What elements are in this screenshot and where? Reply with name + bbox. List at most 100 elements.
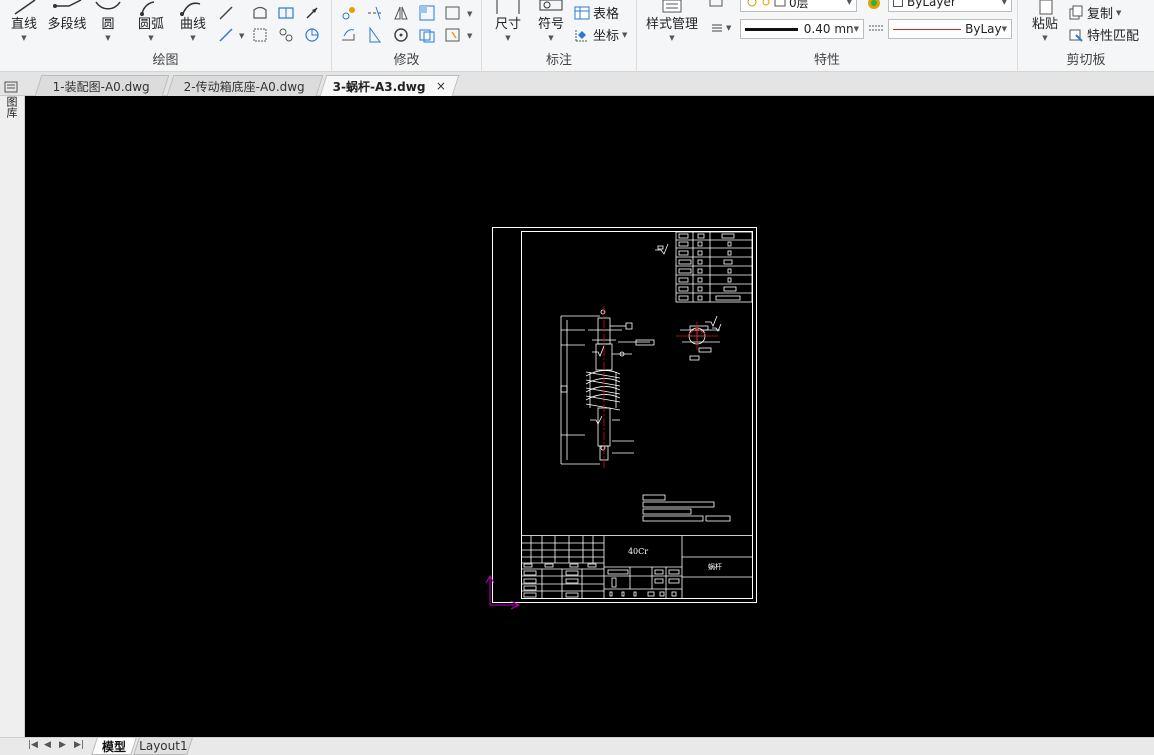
- layer-state-icon[interactable]: [707, 0, 725, 12]
- lineweight-select[interactable]: 0.40 mn ▼: [740, 19, 864, 39]
- color-swatch: [893, 0, 903, 7]
- drawing-sheet[interactable]: 40Cr 蜗杆: [25, 96, 1154, 737]
- properties-group-title: 特性: [813, 53, 840, 68]
- prev-layout-icon[interactable]: ◀: [44, 740, 51, 750]
- close-icon[interactable]: ×: [436, 79, 446, 93]
- arc-button[interactable]: 圆弧 ▼: [134, 0, 168, 42]
- boundary-icon[interactable]: [277, 4, 295, 22]
- region-icon[interactable]: [277, 26, 295, 44]
- last-layout-icon[interactable]: ▶|: [74, 740, 84, 750]
- table-label: 表格: [593, 7, 620, 22]
- menu-icon[interactable]: [4, 80, 18, 94]
- trim-icon[interactable]: [366, 4, 384, 22]
- circle-label: 圆: [101, 17, 115, 32]
- printer-icon: [774, 0, 786, 7]
- technical-notes: [642, 494, 731, 522]
- dimension-icon: [496, 0, 520, 14]
- symbol-label: 符号: [537, 17, 564, 32]
- chevron-down-icon[interactable]: ▼: [467, 32, 472, 40]
- drawing-canvas[interactable]: 40Cr 蜗杆: [25, 96, 1154, 737]
- circle-button[interactable]: 圆 ▼: [94, 0, 122, 42]
- color-wheel-icon[interactable]: [865, 0, 883, 12]
- linetype-icon[interactable]: [867, 20, 885, 38]
- chevron-down-icon: ▼: [105, 34, 111, 42]
- tab-label: 3-蜗杆-A3.dwg: [332, 79, 426, 94]
- spline-icon[interactable]: [217, 26, 235, 44]
- line-label: 直线: [10, 17, 37, 32]
- part-name-text: 蜗杆: [708, 562, 722, 571]
- stretch-icon[interactable]: [340, 26, 358, 44]
- chevron-down-icon[interactable]: ▼: [239, 32, 244, 40]
- rectangle-array-icon[interactable]: [444, 4, 462, 22]
- properties-edit-icon[interactable]: [444, 26, 462, 44]
- symbol-icon: [539, 0, 563, 11]
- point-icon[interactable]: [303, 4, 321, 22]
- dimension-label: 尺寸: [494, 17, 521, 32]
- paste-button[interactable]: 粘贴 ▼: [1028, 0, 1062, 42]
- tab-label: 1-装配图-A0.dwg: [53, 79, 151, 94]
- lineweight-icon: [712, 24, 722, 32]
- tab-label: 2-传动箱底座-A0.dwg: [184, 79, 306, 94]
- scale-icon[interactable]: [366, 26, 384, 44]
- chevron-down-icon: ▼: [853, 25, 859, 33]
- color-select[interactable]: ByLayer ▼: [888, 0, 1012, 12]
- paste-icon: [1039, 0, 1053, 15]
- next-layout-icon[interactable]: ▶: [59, 740, 66, 750]
- left-panel-strip: 图库: [0, 96, 25, 737]
- revcloud-icon[interactable]: [251, 4, 269, 22]
- tab-layout1[interactable]: Layout1: [133, 738, 193, 755]
- offset-icon[interactable]: [418, 4, 436, 22]
- curve-button[interactable]: 曲线 ▼: [176, 0, 210, 42]
- material-text: 40Cr: [628, 547, 648, 556]
- table-icon: [574, 6, 590, 19]
- modify-group-title: 修改: [393, 53, 420, 68]
- style-manager-button[interactable]: 样式管理 ▼: [643, 0, 701, 42]
- arc-label: 圆弧: [137, 17, 164, 32]
- lightbulb-icon: [747, 0, 757, 7]
- chevron-down-icon: ▼: [1042, 34, 1048, 42]
- dimension-button[interactable]: 尺寸 ▼: [492, 0, 524, 42]
- match-properties-button[interactable]: 特性匹配: [1068, 25, 1139, 44]
- clipboard-group-title: 剪切板: [1066, 53, 1106, 68]
- color-value: ByLayer: [907, 0, 956, 9]
- copy-objects-icon[interactable]: [418, 26, 436, 44]
- tab-assembly-drawing[interactable]: 1-装配图-A0.dwg: [34, 75, 170, 96]
- wipeout-icon[interactable]: [303, 26, 321, 44]
- layout-tab-label: Layout1: [138, 739, 188, 753]
- move-icon[interactable]: [340, 4, 358, 22]
- line-button[interactable]: 直线 ▼: [6, 0, 42, 42]
- tab-worm-shaft[interactable]: 3-蜗杆-A3.dwg ×: [319, 75, 460, 96]
- coordinate-button[interactable]: 坐标 ▼: [574, 25, 627, 44]
- chevron-down-icon: ▼: [726, 24, 732, 32]
- chevron-down-icon: ▼: [1116, 8, 1122, 17]
- chevron-down-icon: ▼: [1001, 25, 1007, 33]
- rotate-icon[interactable]: [392, 26, 410, 44]
- layout-tab-bar: |◀ ◀ ▶ ▶| 模型 Layout1: [0, 737, 1154, 755]
- linetype-select[interactable]: ByLay ▼: [888, 19, 1012, 39]
- chevron-down-icon: ▼: [1001, 0, 1007, 6]
- symbol-button[interactable]: 符号 ▼: [534, 0, 568, 42]
- mirror-icon[interactable]: [392, 4, 410, 22]
- tab-gearbox-base[interactable]: 2-传动箱底座-A0.dwg: [166, 75, 324, 96]
- coordinate-icon: [575, 28, 588, 41]
- hatch-icon[interactable]: [251, 26, 269, 44]
- ribbon: 直线 ▼ 多段线 圆 ▼ 圆弧 ▼ 曲线 ▼ ▼ 绘图 ▼ ▼ 修改 尺寸 ▼ …: [0, 0, 1154, 72]
- library-panel-tab[interactable]: 图库: [5, 96, 19, 118]
- chevron-down-icon: ▼: [190, 34, 196, 42]
- first-layout-icon[interactable]: |◀: [28, 740, 38, 750]
- copy-button[interactable]: 复制 ▼: [1068, 3, 1121, 22]
- layer-select[interactable]: 0层 ▼: [740, 0, 857, 12]
- lineweight-menu[interactable]: ▼: [711, 22, 731, 34]
- construction-line-icon[interactable]: [217, 4, 235, 22]
- chevron-down-icon: ▼: [21, 34, 27, 42]
- arc-icon: [140, 1, 155, 16]
- draw-group: 直线 ▼ 多段线 圆 ▼ 圆弧 ▼ 曲线 ▼ ▼ 绘图: [0, 0, 332, 72]
- clipboard-group: 粘贴 ▼ 复制 ▼ 特性匹配 剪切板: [1018, 0, 1154, 72]
- line-icon: [14, 0, 36, 15]
- worm-shaft-view: [560, 309, 655, 465]
- chevron-down-icon[interactable]: ▼: [467, 10, 472, 18]
- table-button[interactable]: 表格: [574, 3, 619, 22]
- polyline-button[interactable]: 多段线: [44, 0, 90, 34]
- tab-model[interactable]: 模型: [91, 738, 137, 755]
- match-properties-icon: [1069, 29, 1083, 42]
